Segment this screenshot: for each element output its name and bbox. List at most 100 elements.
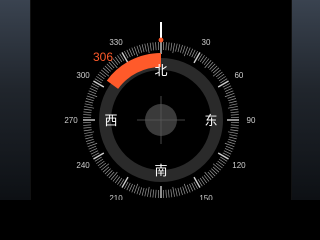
dial-tick	[204, 171, 212, 180]
dial-tick	[136, 45, 140, 54]
cardinal-north: 北	[154, 64, 167, 79]
dial-tick	[141, 187, 145, 196]
dial-tick	[110, 171, 118, 180]
dial-tick	[93, 152, 105, 160]
dial-tick	[230, 126, 239, 129]
dial-tick	[177, 187, 181, 196]
dial-tick	[167, 189, 170, 198]
dial-tick	[175, 43, 178, 52]
dial-tick	[131, 184, 136, 193]
dial-tick	[128, 183, 133, 192]
dial-tick	[84, 103, 93, 106]
dial-tick	[85, 98, 94, 102]
cardinal-south: 南	[154, 163, 167, 179]
dial-tick	[147, 43, 150, 54]
degree-label-30: 30	[202, 38, 211, 47]
dial-tick	[230, 114, 239, 116]
device-bezel-right	[290, 0, 320, 200]
dial-tick	[227, 106, 238, 109]
dial-tick	[175, 188, 178, 197]
dial-tick	[84, 131, 95, 134]
degree-label-300: 300	[76, 71, 90, 80]
dial-tick	[204, 60, 212, 69]
dial-tick	[83, 129, 92, 132]
dial-tick	[128, 48, 133, 57]
dial-tick	[230, 129, 239, 132]
dial-tick	[228, 136, 237, 140]
dial-tick	[155, 42, 157, 51]
dial-tick	[228, 100, 237, 104]
north-marker-dot	[158, 37, 164, 43]
dial-tick	[83, 108, 92, 111]
degree-label-240: 240	[76, 161, 90, 170]
dial-tick	[193, 176, 201, 188]
dial-tick	[147, 186, 150, 197]
dial-tick	[172, 43, 175, 54]
dial-tick	[182, 45, 186, 54]
dial-tick	[89, 148, 98, 153]
dial-tick	[228, 98, 237, 102]
dial-tick	[83, 111, 92, 114]
dial-tick	[144, 43, 147, 52]
dial-tick	[229, 134, 238, 137]
dial-tick	[155, 189, 157, 198]
dial-tick	[224, 148, 233, 153]
dial-tick	[212, 69, 221, 77]
dial-tick	[228, 138, 237, 142]
dial-tick	[83, 124, 92, 126]
dial-tick	[227, 141, 236, 145]
dial-tick	[149, 189, 152, 198]
device-bezel-left	[0, 0, 30, 200]
dial-tick	[139, 187, 143, 196]
dial-tick	[86, 141, 95, 145]
dial-tick	[121, 52, 129, 64]
dial-tick	[121, 176, 129, 188]
dial-tick	[179, 44, 183, 53]
cardinal-east: 东	[204, 114, 217, 129]
dial-tick	[139, 44, 143, 53]
dial-tick	[84, 106, 95, 109]
compass-dial[interactable]: 30 60 90 120 150 210 240 270 300 330 北东南 西	[31, 0, 291, 200]
degree-label-270: 270	[64, 116, 78, 125]
dial-tick	[167, 42, 170, 51]
dial-tick	[217, 152, 229, 160]
dial-tick	[179, 187, 183, 196]
dial-tick	[101, 69, 110, 77]
cardinal-west: 西	[104, 114, 117, 129]
dial-tick	[186, 184, 191, 193]
dial-tick	[227, 95, 236, 99]
dial-tick	[182, 186, 186, 195]
degree-label-90: 90	[247, 116, 256, 125]
degree-label-120: 120	[232, 161, 246, 170]
dial-tick	[86, 95, 95, 99]
dial-tick	[177, 44, 181, 53]
dial-tick	[165, 42, 167, 51]
dial-tick	[212, 163, 221, 171]
dial-tick	[193, 52, 201, 64]
dial-tick	[85, 100, 94, 104]
degree-label-330: 330	[109, 38, 123, 47]
dial-tick	[83, 126, 92, 129]
dial-tick	[93, 80, 105, 88]
dial-tick	[144, 188, 147, 197]
dial-tick	[217, 80, 229, 88]
dial-tick	[189, 183, 194, 192]
dial-tick	[84, 134, 93, 137]
dial-tick	[88, 145, 97, 150]
dial-tick	[152, 42, 155, 51]
dial-tick	[224, 87, 233, 92]
dial-tick	[131, 47, 136, 56]
dial-tick	[230, 124, 239, 126]
dial-tick	[230, 111, 239, 114]
heading-readout: 306	[93, 50, 114, 64]
dial-tick	[136, 186, 140, 195]
dial-tick	[141, 44, 145, 53]
device-frame: 30 60 90 120 150 210 240 270 300 330 北东南 西 306	[0, 0, 320, 200]
dial-tick	[170, 42, 173, 51]
dial-tick	[225, 90, 234, 95]
dial-tick	[165, 189, 167, 198]
dial-tick	[89, 87, 98, 92]
dial-tick	[225, 145, 234, 150]
dial-tick	[227, 131, 238, 134]
dial-tick	[172, 186, 175, 197]
